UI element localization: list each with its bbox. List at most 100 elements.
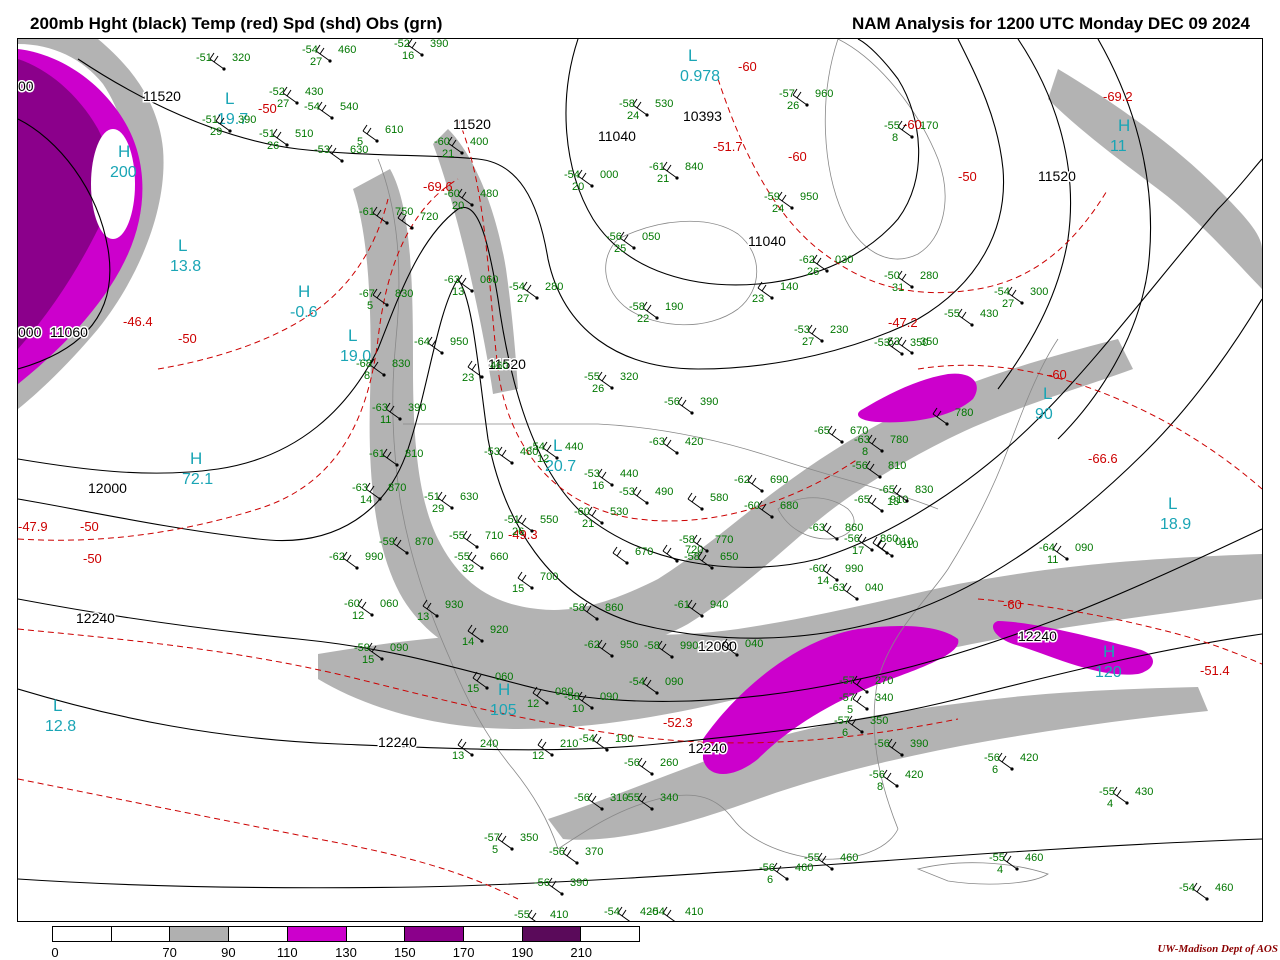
station-dot (675, 176, 679, 180)
station-dot (865, 707, 869, 711)
obs-height: 990 (680, 640, 698, 652)
obs-dewpoint-depression: 11 (1047, 554, 1058, 566)
station-obs: -59 950 24 (764, 191, 818, 215)
jet-band-gray-northeast (1048, 69, 1262, 289)
station-dot (970, 323, 974, 327)
wind-barb (617, 912, 631, 921)
obs-height: 830 (395, 288, 413, 300)
station-dot (295, 101, 299, 105)
station-dot (655, 691, 659, 695)
obs-height: 050 (642, 231, 660, 243)
temperature-label: -60 (1003, 597, 1022, 612)
obs-temperature: -63 (649, 436, 665, 448)
obs-height: 960 (815, 88, 833, 100)
obs-temperature: -56 (759, 862, 775, 874)
obs-height: 430 (305, 86, 323, 98)
obs-temperature: -51 (196, 52, 212, 64)
obs-height: 440 (620, 468, 638, 480)
wind-barb-feather (872, 536, 878, 544)
station-obs: -56 420 8 (869, 769, 923, 793)
temperature-label: -51.7 (713, 139, 743, 154)
station-dot (760, 489, 764, 493)
obs-temperature: -54 (994, 286, 1010, 298)
obs-temperature: -59 (764, 191, 780, 203)
obs-temperature: -60 (444, 188, 460, 200)
wind-barb-feather (566, 849, 572, 857)
wind-barb (817, 858, 833, 870)
station-dot (1015, 867, 1019, 871)
obs-height: 060 (480, 274, 498, 286)
obs-temperature: -56 (869, 769, 885, 781)
wind-barb (209, 58, 225, 70)
obs-height: 420 (685, 436, 703, 448)
obs-height: 860 (605, 602, 623, 614)
wind-barb (632, 492, 648, 504)
obs-dewpoint-depression: 8 (877, 781, 883, 793)
obs-height: 530 (655, 98, 673, 110)
wind-barb-feather (751, 477, 757, 485)
station-obs: -63 420 (649, 436, 703, 455)
obs-height: 170 (920, 120, 938, 132)
station-obs: -51 630 29 (424, 491, 478, 515)
obs-height: 950 (450, 336, 468, 348)
station-obs: -57 350 5 (484, 832, 538, 856)
obs-height: 460 (338, 44, 356, 56)
obs-height: 300 (1030, 286, 1048, 298)
station-dot (385, 303, 389, 307)
station-dot (900, 352, 904, 356)
obs-height: 940 (710, 599, 728, 611)
obs-temperature: -54 (649, 906, 665, 918)
center-value: 105 (490, 702, 517, 719)
temperature-label: -50 (958, 169, 977, 184)
station-dot (890, 554, 894, 558)
obs-height: 350 (520, 832, 538, 844)
obs-temperature: -56 (844, 533, 860, 545)
obs-dewpoint-depression: 8 (862, 446, 868, 458)
station-dot (375, 139, 379, 143)
temperature-label: -50 (178, 331, 197, 346)
obs-dewpoint-depression: 15 (512, 583, 524, 595)
wind-barb-feather (546, 444, 552, 452)
station-dot (530, 529, 534, 533)
station-dot (480, 639, 484, 643)
wind-barb (317, 107, 333, 119)
obs-height: 390 (700, 396, 718, 408)
center-value: 13.8 (170, 258, 201, 275)
station-dot (378, 497, 382, 501)
station-dot (330, 116, 334, 120)
obs-height: 350 (910, 337, 928, 349)
wind-barb-feather (411, 41, 417, 49)
colorbar-tick-label: 90 (221, 945, 236, 960)
station-obs: -62 030 26 (799, 254, 853, 278)
obs-dewpoint-depression: 5 (492, 844, 498, 856)
station-dot (910, 135, 914, 139)
wind-barb-feather (537, 738, 543, 746)
wind-barb-feather (757, 281, 763, 289)
station-obs: -62 990 (329, 551, 383, 570)
wind-barb (637, 763, 653, 775)
wind-barb-feather (781, 194, 787, 202)
station-obs: -57 340 5 (839, 692, 893, 716)
obs-dewpoint-depression: 27 (310, 56, 322, 68)
temp-contour-g (18, 778, 519, 900)
obs-height: 810 (888, 460, 906, 472)
obs-height: 990 (845, 563, 863, 575)
colorbar-tick-label: 70 (162, 945, 177, 960)
obs-temperature: -60 (744, 500, 760, 512)
obs-temperature: -55 (804, 852, 820, 864)
station-dot (830, 867, 834, 871)
station-obs: 700 15 (512, 571, 558, 595)
obs-dewpoint-depression: 25 (614, 243, 626, 255)
obs-temperature: -56 (664, 396, 680, 408)
station-obs: -55 320 26 (584, 371, 638, 395)
obs-height: 830 (392, 358, 410, 370)
obs-dewpoint-depression: 15 (362, 654, 374, 666)
obs-dewpoint-depression: 24 (627, 110, 639, 122)
obs-temperature: -58 (679, 534, 695, 546)
wind-barb-feather (871, 497, 877, 505)
obs-dewpoint-depression: 27 (517, 293, 529, 305)
wind-barb-feather (901, 339, 907, 347)
obs-dewpoint-depression: 26 (512, 526, 524, 538)
height-label: 11060 (50, 324, 88, 340)
station-dot (550, 753, 554, 757)
